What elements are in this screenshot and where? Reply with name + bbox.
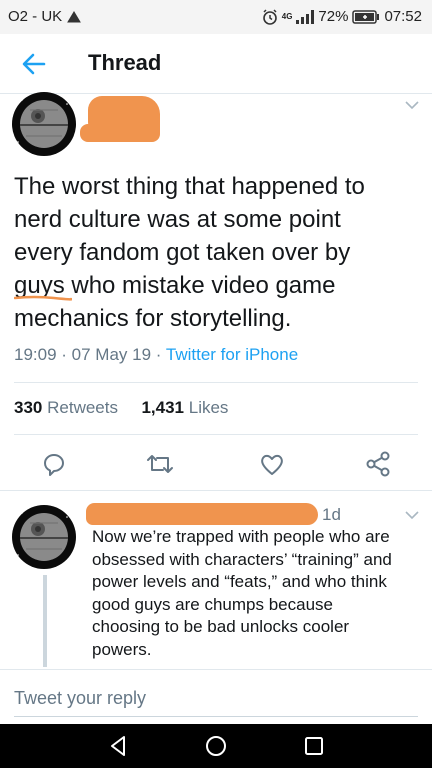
- handle-redaction: [80, 124, 150, 142]
- app-header: Thread: [0, 34, 432, 94]
- tweet-source-link[interactable]: Twitter for iPhone: [166, 345, 298, 364]
- network-label: 4G: [281, 12, 293, 21]
- tweet-meta: 19:09 · 07 May 19 · Twitter for iPhone: [14, 345, 299, 364]
- chevron-down-icon[interactable]: [404, 510, 420, 520]
- battery-icon: [352, 9, 380, 24]
- tweet-date: 07 May 19: [71, 345, 152, 364]
- retweet-icon[interactable]: [146, 450, 174, 478]
- page-title: Thread: [88, 50, 162, 75]
- tweet-line: guys who mistake video game: [14, 272, 336, 299]
- tweet-text: The worst thing that happened to nerd cu…: [14, 170, 414, 335]
- retweets-count[interactable]: 330: [14, 398, 42, 417]
- likes-count[interactable]: 1,431: [141, 398, 184, 417]
- divider: [14, 434, 418, 435]
- alarm-icon: [262, 8, 277, 25]
- retweets-label[interactable]: Retweets: [47, 398, 118, 417]
- reply-avatar[interactable]: [12, 505, 76, 569]
- compose-underline: [14, 716, 418, 717]
- tweet-line: nerd culture was at some point: [14, 206, 341, 233]
- reply-compose-input[interactable]: Tweet your reply: [14, 688, 146, 709]
- reply-line: choosing to be bad unlocks cooler: [92, 617, 350, 637]
- status-left: O2 - UK: [8, 8, 82, 25]
- divider: [0, 669, 432, 670]
- tweet-stats: 330 Retweets 1,431 Likes: [14, 398, 228, 418]
- death-star-icon: [12, 505, 76, 569]
- signal-icon: [296, 9, 315, 24]
- reply-time: 1d: [322, 505, 341, 524]
- divider: [14, 382, 418, 383]
- share-icon[interactable]: [364, 450, 392, 478]
- thread-line: [43, 575, 47, 667]
- reply-icon[interactable]: [40, 450, 68, 478]
- tweet-line: The worst thing that happened to: [14, 173, 365, 200]
- tweet-actions: [0, 450, 432, 480]
- avatar[interactable]: [12, 92, 76, 156]
- heart-icon[interactable]: [258, 450, 286, 478]
- reply-line: good guys are chumps because: [92, 594, 333, 614]
- clock: 07:52: [384, 8, 422, 25]
- status-bar: O2 - UK 4G 72% 07:52: [0, 0, 432, 34]
- notification-icon: [67, 10, 82, 22]
- nav-home-icon[interactable]: [204, 734, 228, 758]
- reply-line: power levels and “feats,” and who think: [92, 572, 387, 592]
- tweet-line: every fandom got taken over by: [14, 239, 351, 266]
- death-star-icon: [12, 92, 76, 156]
- divider: [0, 490, 432, 491]
- reply-line: Now we’re trapped with people who are: [92, 527, 390, 546]
- likes-label[interactable]: Likes: [189, 398, 229, 417]
- reply-name-redaction: [86, 503, 318, 525]
- reply-line: obsessed with characters’ “training” and: [92, 549, 392, 569]
- carrier-label: O2 - UK: [8, 8, 63, 25]
- back-arrow-icon[interactable]: [20, 50, 48, 78]
- battery-percent: 72%: [318, 8, 349, 25]
- system-nav-bar: [0, 724, 432, 768]
- reply-line: powers.: [92, 639, 152, 659]
- hand-drawn-underline: [14, 295, 72, 301]
- status-right: 4G 72% 07:52: [262, 8, 422, 25]
- nav-recents-icon[interactable]: [302, 734, 326, 758]
- nav-back-icon[interactable]: [106, 734, 130, 758]
- tweet-time: 19:09: [14, 345, 57, 364]
- tweet-line: mechanics for storytelling.: [14, 305, 292, 332]
- chevron-down-icon[interactable]: [404, 100, 420, 110]
- reply-text: Now we’re trapped with people who are ob…: [92, 526, 420, 662]
